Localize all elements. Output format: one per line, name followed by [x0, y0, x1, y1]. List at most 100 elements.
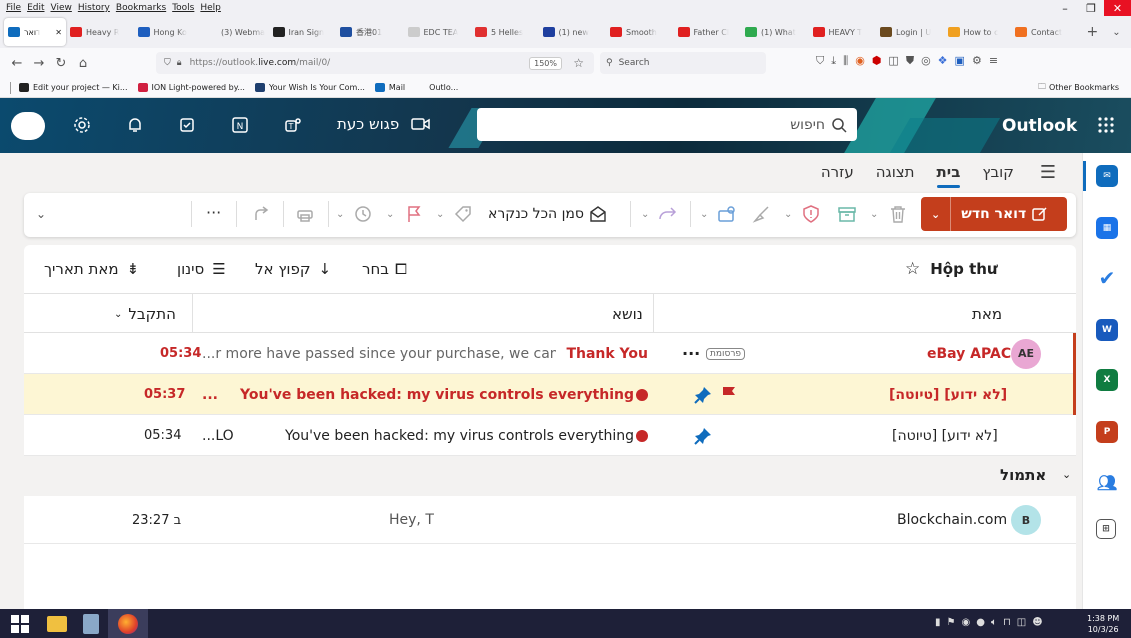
other-bookmarks[interactable]: 🗀 Other Bookmarks: [1038, 81, 1119, 95]
browser-tab[interactable]: 5 Helles: [471, 18, 539, 46]
settings-gear-icon[interactable]: [71, 114, 93, 136]
browser-tab[interactable]: Father Cl: [674, 18, 742, 46]
downloads-icon[interactable]: ⤓: [831, 54, 836, 68]
word-app-icon[interactable]: W: [1096, 319, 1118, 341]
ribbon-expand-chevron-icon[interactable]: ⌄: [36, 207, 46, 221]
teams-icon[interactable]: T: [282, 114, 304, 136]
browser-tab[interactable]: Hong Ko: [134, 18, 202, 46]
more-apps-icon[interactable]: ⊞: [1096, 519, 1116, 539]
archive-icon[interactable]: [838, 203, 856, 225]
hamburger-menu-icon[interactable]: ☰: [1040, 162, 1056, 183]
menu-bookmarks[interactable]: Bookmarks: [116, 3, 166, 13]
reload-button[interactable]: ↻: [50, 52, 72, 74]
chat-bubble-icon[interactable]: [11, 112, 45, 140]
forward-button[interactable]: →: [28, 52, 50, 74]
extensions-icon[interactable]: ⚙: [972, 54, 982, 68]
snooze-chevron-icon[interactable]: ⌄: [336, 203, 344, 225]
bookmark-item[interactable]: Mail: [374, 83, 405, 92]
browser-tab[interactable]: Heavy R: [66, 18, 134, 46]
tag-chevron-icon[interactable]: ⌄: [436, 203, 444, 225]
tray-people-icon[interactable]: ☻: [1032, 617, 1042, 628]
mail-search-input[interactable]: חיפוש: [477, 108, 857, 141]
delete-trash-icon[interactable]: [890, 203, 906, 225]
menu-tools[interactable]: Tools: [172, 3, 194, 13]
bookmark-item[interactable]: Outlo...: [415, 83, 458, 92]
sort-button[interactable]: מאת תאריך ⇟: [44, 260, 139, 278]
close-window-button[interactable]: ✕: [1104, 0, 1131, 16]
bookmark-item[interactable]: ION Light-powered by...: [137, 83, 245, 92]
minimize-button[interactable]: –: [1052, 0, 1078, 16]
tray-network-icon[interactable]: ⊓: [1003, 617, 1011, 628]
zoom-indicator[interactable]: 150%: [529, 56, 562, 70]
menu-view[interactable]: View: [51, 3, 72, 13]
todo-icon[interactable]: [177, 114, 199, 136]
ribbon-tab[interactable]: עזרה: [821, 163, 854, 181]
app-launcher-icon[interactable]: [1095, 114, 1117, 136]
taskbar-clock[interactable]: 1:38 PM 10/3/26: [1087, 613, 1119, 635]
sidebar-icon[interactable]: ◫: [888, 54, 898, 68]
tray-app-icon[interactable]: ▮: [935, 617, 941, 628]
delete-chevron-icon[interactable]: ⌄: [870, 203, 878, 225]
ribbon-tab[interactable]: קובץ: [982, 163, 1014, 181]
browser-tab[interactable]: Contact: [1011, 18, 1079, 46]
message-row[interactable]: ב 23:27 Hey, T Blockchain.com B: [24, 496, 1076, 544]
extension-4-icon[interactable]: ▣: [955, 54, 965, 68]
reply-chevron-icon[interactable]: ⌄: [641, 203, 649, 225]
favorite-star-icon[interactable]: ☆: [905, 259, 920, 279]
col-from[interactable]: מאת: [972, 305, 1002, 323]
forward-mail-icon[interactable]: [252, 203, 270, 225]
firefox-taskbar-icon[interactable]: [108, 609, 148, 638]
report-chevron-icon[interactable]: ⌄: [784, 203, 792, 225]
meet-now-button[interactable]: פגוש כעת: [337, 115, 431, 133]
browser-tab[interactable]: Smooth: [606, 18, 674, 46]
message-row[interactable]: 05:34 ...LO You've been hacked: my virus…: [24, 415, 1076, 456]
extension-icon[interactable]: ◉: [855, 54, 865, 68]
powerpoint-app-icon[interactable]: P: [1096, 421, 1118, 443]
sweep-icon[interactable]: [752, 203, 770, 225]
browser-tab[interactable]: Login | U: [876, 18, 944, 46]
bookmark-item[interactable]: Edit your project — Ki...: [19, 83, 128, 92]
jump-to-button[interactable]: קפוץ אל ↓: [255, 260, 331, 278]
browser-tab-active[interactable]: דואר ✕: [4, 18, 66, 46]
mail-app-icon[interactable]: ✉: [1096, 165, 1118, 187]
todo-app-icon[interactable]: ✔: [1096, 266, 1118, 290]
back-button[interactable]: ←: [6, 52, 28, 74]
report-shield-icon[interactable]: [803, 203, 819, 225]
mark-all-read-button[interactable]: סמן הכל כנקרא: [488, 203, 607, 225]
browser-tab[interactable]: (1) What: [741, 18, 809, 46]
select-button[interactable]: בחר ⧠: [362, 260, 407, 278]
browser-tab[interactable]: (3) Webmail: [201, 18, 269, 46]
ribbon-tab[interactable]: תצוגה: [876, 163, 915, 181]
calendar-app-icon[interactable]: ▦: [1096, 217, 1118, 239]
new-mail-chevron-icon[interactable]: ⌄: [931, 208, 940, 221]
pocket-icon[interactable]: ⛉: [816, 54, 824, 68]
extension-2-icon[interactable]: ◎: [921, 54, 931, 68]
browser-tab[interactable]: HEAVY T: [809, 18, 877, 46]
more-actions-icon[interactable]: ···: [682, 333, 700, 374]
close-tab-icon[interactable]: ✕: [55, 28, 62, 37]
flag-icon[interactable]: [721, 374, 737, 415]
browser-search-input[interactable]: ⚲ Search: [600, 52, 766, 74]
library-icon[interactable]: ⫼: [843, 54, 848, 68]
move-forward-icon[interactable]: [658, 203, 678, 225]
menu-help[interactable]: Help: [200, 3, 221, 13]
menu-history[interactable]: History: [78, 3, 110, 13]
home-button[interactable]: ⌂: [72, 52, 94, 74]
message-row[interactable]: 05:34 ...r more have passed since your p…: [24, 333, 1076, 374]
menu-edit[interactable]: Edit: [27, 3, 44, 13]
rules-chevron-icon[interactable]: ⌄: [700, 203, 708, 225]
pin-icon[interactable]: [694, 415, 712, 456]
app-menu-icon[interactable]: ≡: [989, 54, 998, 68]
people-app-icon[interactable]: 👥︎: [1096, 471, 1118, 493]
snooze-clock-icon[interactable]: [354, 203, 372, 225]
browser-tab[interactable]: (1) new: [539, 18, 607, 46]
ribbon-tab[interactable]: בית: [936, 163, 960, 188]
privacy-icon[interactable]: ⛊: [906, 54, 914, 68]
bell-icon[interactable]: [124, 114, 146, 136]
tray-volume-icon[interactable]: 🔈︎: [991, 617, 997, 628]
menu-file[interactable]: File: [6, 3, 21, 13]
browser-tab[interactable]: Iran Sign: [269, 18, 337, 46]
browser-tab[interactable]: How to c: [944, 18, 1012, 46]
flag-icon[interactable]: [406, 203, 422, 225]
filter-button[interactable]: סינון ☰: [177, 260, 226, 278]
